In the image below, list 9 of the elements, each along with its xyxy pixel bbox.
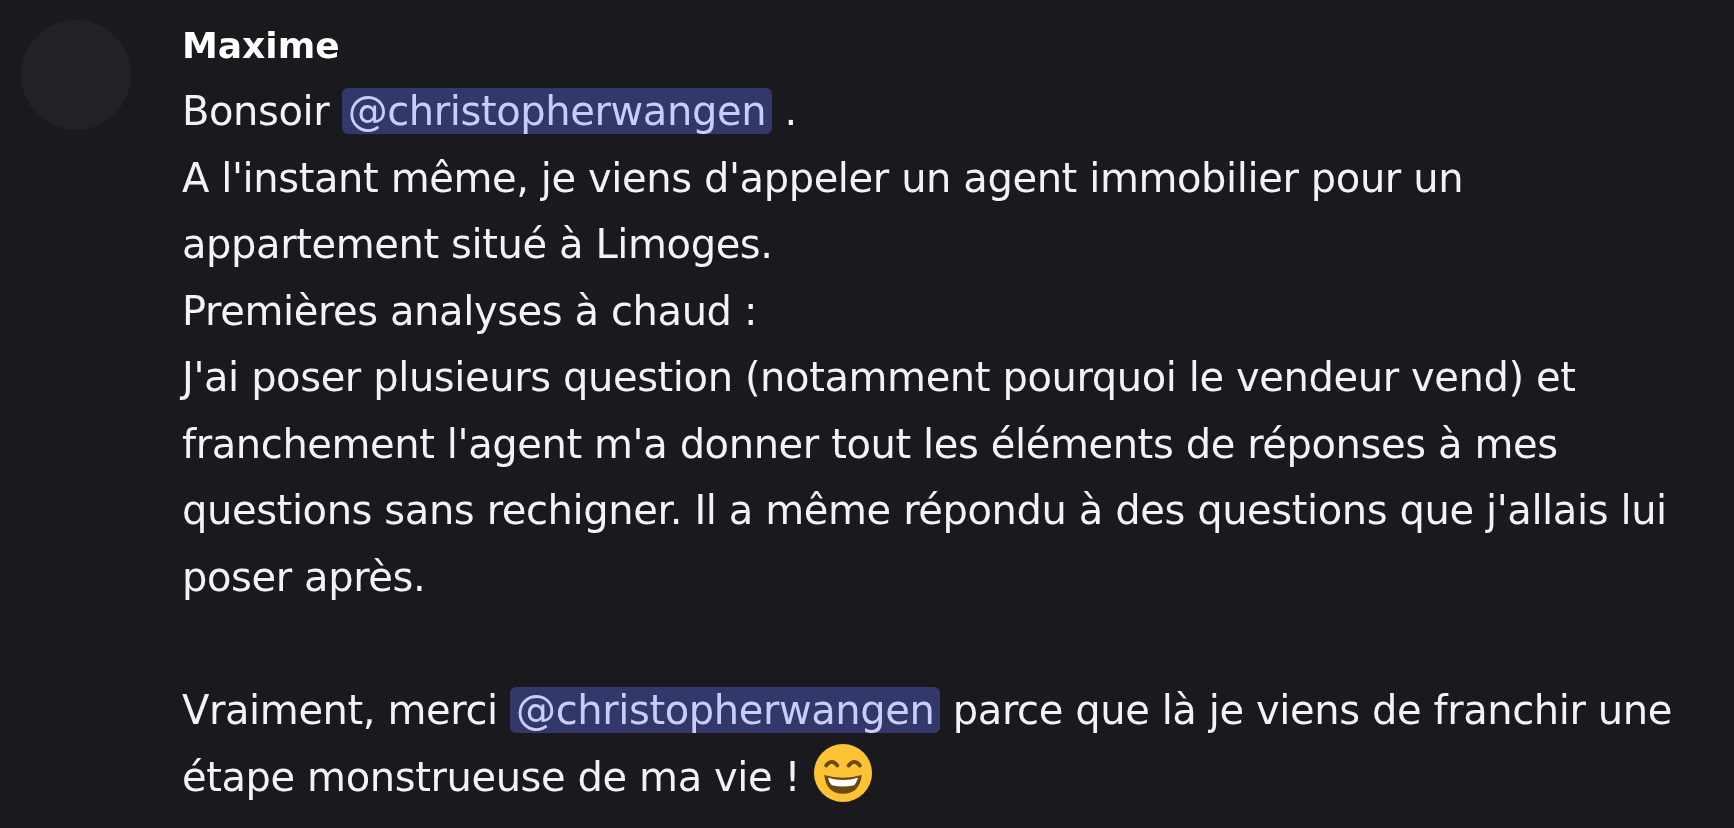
message-text: Bonsoir @christopherwangen . xyxy=(182,87,798,136)
message-text: A l'instant même, je viens d'appeler un agent immobilier pour un appartement situé à Limoges. xyxy=(182,153,1465,269)
message-text: J'ai poser plusieurs question (notamment pourquoi le vendeur vend) et franchement l'agent m'a donner tout les éléments de réponses à mes questions sans rechigner. Il a même répondu à des questions que j'allais lui poser après. xyxy=(182,353,1668,602)
message-text: Vraiment, merci @christopherwangen parce que là je viens de franchir une étape monstrueuse de ma vie ! xyxy=(182,676,1697,811)
user-mention[interactable]: @christopherwangen xyxy=(341,88,773,134)
grinning-face-icon xyxy=(812,743,873,803)
username[interactable]: Maxime xyxy=(182,14,340,78)
message-text: Premières analyses à chaud : xyxy=(182,286,758,336)
user-mention[interactable]: @christopherwangen xyxy=(510,686,941,733)
